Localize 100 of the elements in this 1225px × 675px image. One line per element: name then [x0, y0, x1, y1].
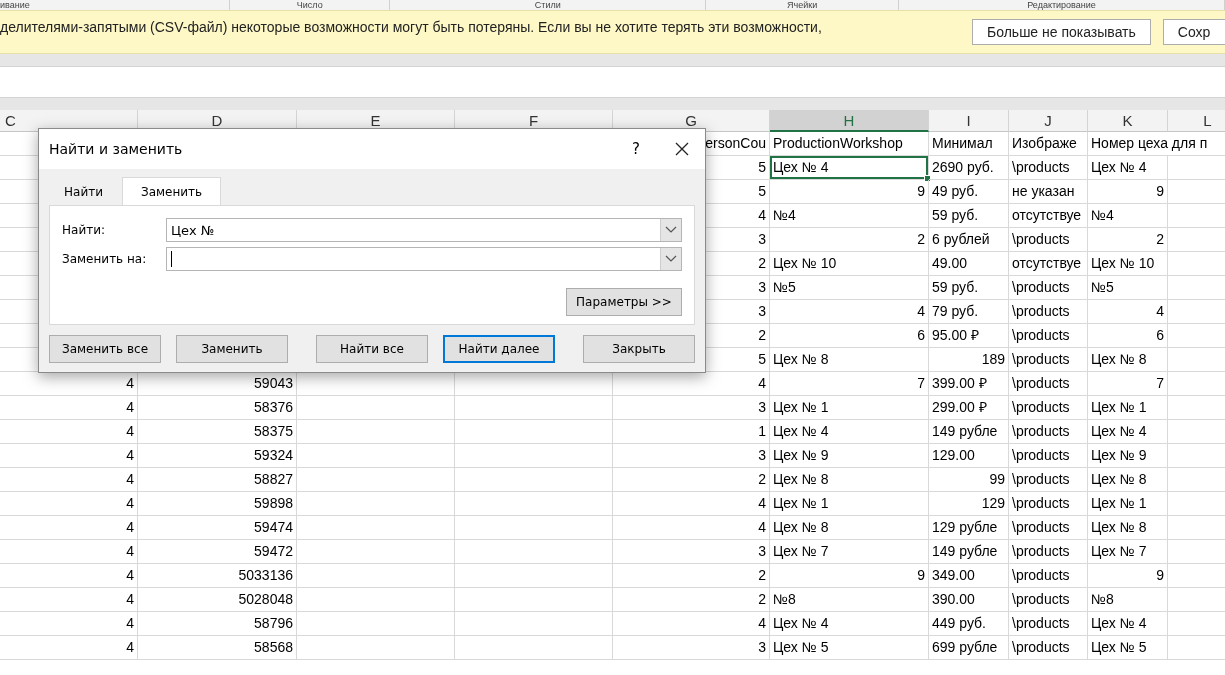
table-row[interactable]: 7 399.00 ₽ \products 7 [770, 372, 1225, 396]
table-row[interactable]: Цех № 7 149 рубле \products Цех № 7 [770, 540, 1225, 564]
ribbon-group-label: Ячейки [787, 0, 818, 10]
table-cell: 9 [770, 564, 929, 588]
ribbon-group-label: Стили [534, 0, 561, 10]
ribbon-group-label: Число [296, 0, 323, 10]
dropdown-button[interactable] [660, 248, 681, 270]
table-cell: 4 [0, 588, 138, 612]
table-cell: №5 [1088, 276, 1168, 300]
table-row[interactable]: 4 79 руб. \products 4 [770, 300, 1225, 324]
table-cell: №8 [1088, 588, 1168, 612]
table-cell: \products [1009, 348, 1088, 372]
table-cell: отсутствуе [1009, 252, 1088, 276]
dialog-button[interactable]: Заменить [176, 335, 288, 363]
table-row[interactable]: Цех № 1 299.00 ₽ \products Цех № 1 [770, 396, 1225, 420]
table-cell: Цех № 7 [1088, 540, 1168, 564]
table-cell: 4 [0, 492, 138, 516]
options-button[interactable]: Параметры >> [566, 288, 682, 316]
dialog-button[interactable]: Закрыть [583, 335, 695, 363]
table-cell: \products [1009, 516, 1088, 540]
table-cell: 189 [929, 348, 1009, 372]
message-text: делителями-запятыми (CSV-файл) некоторые возможности могут быть потеряны. Если вы не хотите терять эти возможности, [0, 19, 823, 35]
ribbon-group-label: ивание [0, 0, 30, 10]
table-cell: 4 [613, 492, 770, 516]
help-button[interactable]: ? [613, 139, 659, 159]
table-cell: 4 [0, 396, 138, 420]
message-button[interactable]: Сохр [1162, 19, 1225, 45]
table-cell: \products [1009, 468, 1088, 492]
table-row[interactable]: Цех № 4 449 руб. \products Цех № 4 [770, 612, 1225, 636]
table-cell: 4 [0, 540, 138, 564]
table-row[interactable]: №5 59 руб. \products №5 [770, 276, 1225, 300]
table-row[interactable]: Цех № 4 2690 руб. \products Цех № 4 [770, 156, 1225, 180]
table-cell: 5033136 [138, 564, 297, 588]
dialog-button[interactable]: Заменить все [49, 335, 161, 363]
table-row[interactable]: №4 59 руб. отсутствуе №4 [770, 204, 1225, 228]
table-cell: \products [1009, 324, 1088, 348]
table-row[interactable]: 6 95.00 ₽ \products 6 [770, 324, 1225, 348]
table-row[interactable]: №8 390.00 \products №8 [770, 588, 1225, 612]
column-header[interactable]: L [1168, 110, 1225, 132]
table-cell: 4 [0, 516, 138, 540]
table-row[interactable]: 9 49 руб. не указан 9 [770, 180, 1225, 204]
table-cell: №5 [770, 276, 929, 300]
table-cell: Цех № 4 [1088, 420, 1168, 444]
table-cell: 349.00 [929, 564, 1009, 588]
table-cell: \products [1009, 636, 1088, 660]
column-header[interactable]: I [929, 110, 1009, 132]
dropdown-button[interactable] [660, 219, 681, 241]
dialog-button[interactable]: Найти далее [443, 335, 555, 363]
table-cell: Цех № 8 [1088, 516, 1168, 540]
table-cell: 9 [770, 180, 929, 204]
table-row[interactable]: Цех № 9 129.00 \products Цех № 9 [770, 444, 1225, 468]
table-cell: Цех № 7 [770, 540, 929, 564]
table-cell: 2690 руб. [929, 156, 1009, 180]
table-cell: 149 рубле [929, 540, 1009, 564]
table-cell: 4 [613, 516, 770, 540]
dialog-button[interactable]: Найти все [316, 335, 428, 363]
table-row[interactable]: Цех № 4 149 рубле \products Цех № 4 [770, 420, 1225, 444]
table-cell: \products [1009, 396, 1088, 420]
tab[interactable]: Найти [45, 177, 122, 205]
combo-field[interactable] [166, 247, 682, 271]
fill-handle[interactable] [924, 175, 931, 182]
column-header[interactable]: H [770, 110, 929, 132]
table-row[interactable]: Цех № 8 189 \products Цех № 8 [770, 348, 1225, 372]
table-cell: Цех № 4 [770, 156, 929, 180]
table-row[interactable]: 2 6 рублей \products 2 [770, 228, 1225, 252]
table-cell: 9 [1088, 180, 1168, 204]
table-cell: 3 [613, 636, 770, 660]
table-cell: \products [1009, 372, 1088, 396]
column-header[interactable]: K [1088, 110, 1168, 132]
table-row[interactable]: 9 349.00 \products 9 [770, 564, 1225, 588]
table-cell: 2 [613, 588, 770, 612]
table-row[interactable]: Цех № 5 699 рубле \products Цех № 5 [770, 636, 1225, 660]
chevron-down-icon [665, 255, 677, 263]
table-cell: 4 [0, 468, 138, 492]
table-cell: 3 [613, 540, 770, 564]
table-cell: 2 [613, 564, 770, 588]
chevron-down-icon [665, 226, 677, 234]
table-cell: \products [1009, 228, 1088, 252]
table-row[interactable]: Цех № 8 99 \products Цех № 8 [770, 468, 1225, 492]
column-header[interactable]: J [1009, 110, 1088, 132]
table-cell: 4 [0, 444, 138, 468]
table-cell: 59324 [138, 444, 297, 468]
table-cell: Цех № 8 [1088, 348, 1168, 372]
table-cell: Цех № 1 [770, 492, 929, 516]
table-cell: отсутствуе [1009, 204, 1088, 228]
table-cell: \products [1009, 492, 1088, 516]
table-row[interactable]: Цех № 1 129 \products Цех № 1 [770, 492, 1225, 516]
table-cell: 4 [0, 564, 138, 588]
table-row[interactable]: Цех № 8 129 рубле \products Цех № 8 [770, 516, 1225, 540]
tab[interactable]: Заменить [121, 177, 222, 205]
table-cell: \products [1009, 444, 1088, 468]
table-cell: 1 [613, 420, 770, 444]
table-cell: 4 [0, 612, 138, 636]
combo-field[interactable]: Цех № [166, 218, 682, 242]
table-cell: 2 [1088, 228, 1168, 252]
table-cell: 58568 [138, 636, 297, 660]
message-button[interactable]: Больше не показывать [972, 19, 1151, 45]
table-row[interactable]: Цех № 10 49.00 отсутствуе Цех № 10 [770, 252, 1225, 276]
table-cell: 129.00 [929, 444, 1009, 468]
table-cell: 6 [1088, 324, 1168, 348]
